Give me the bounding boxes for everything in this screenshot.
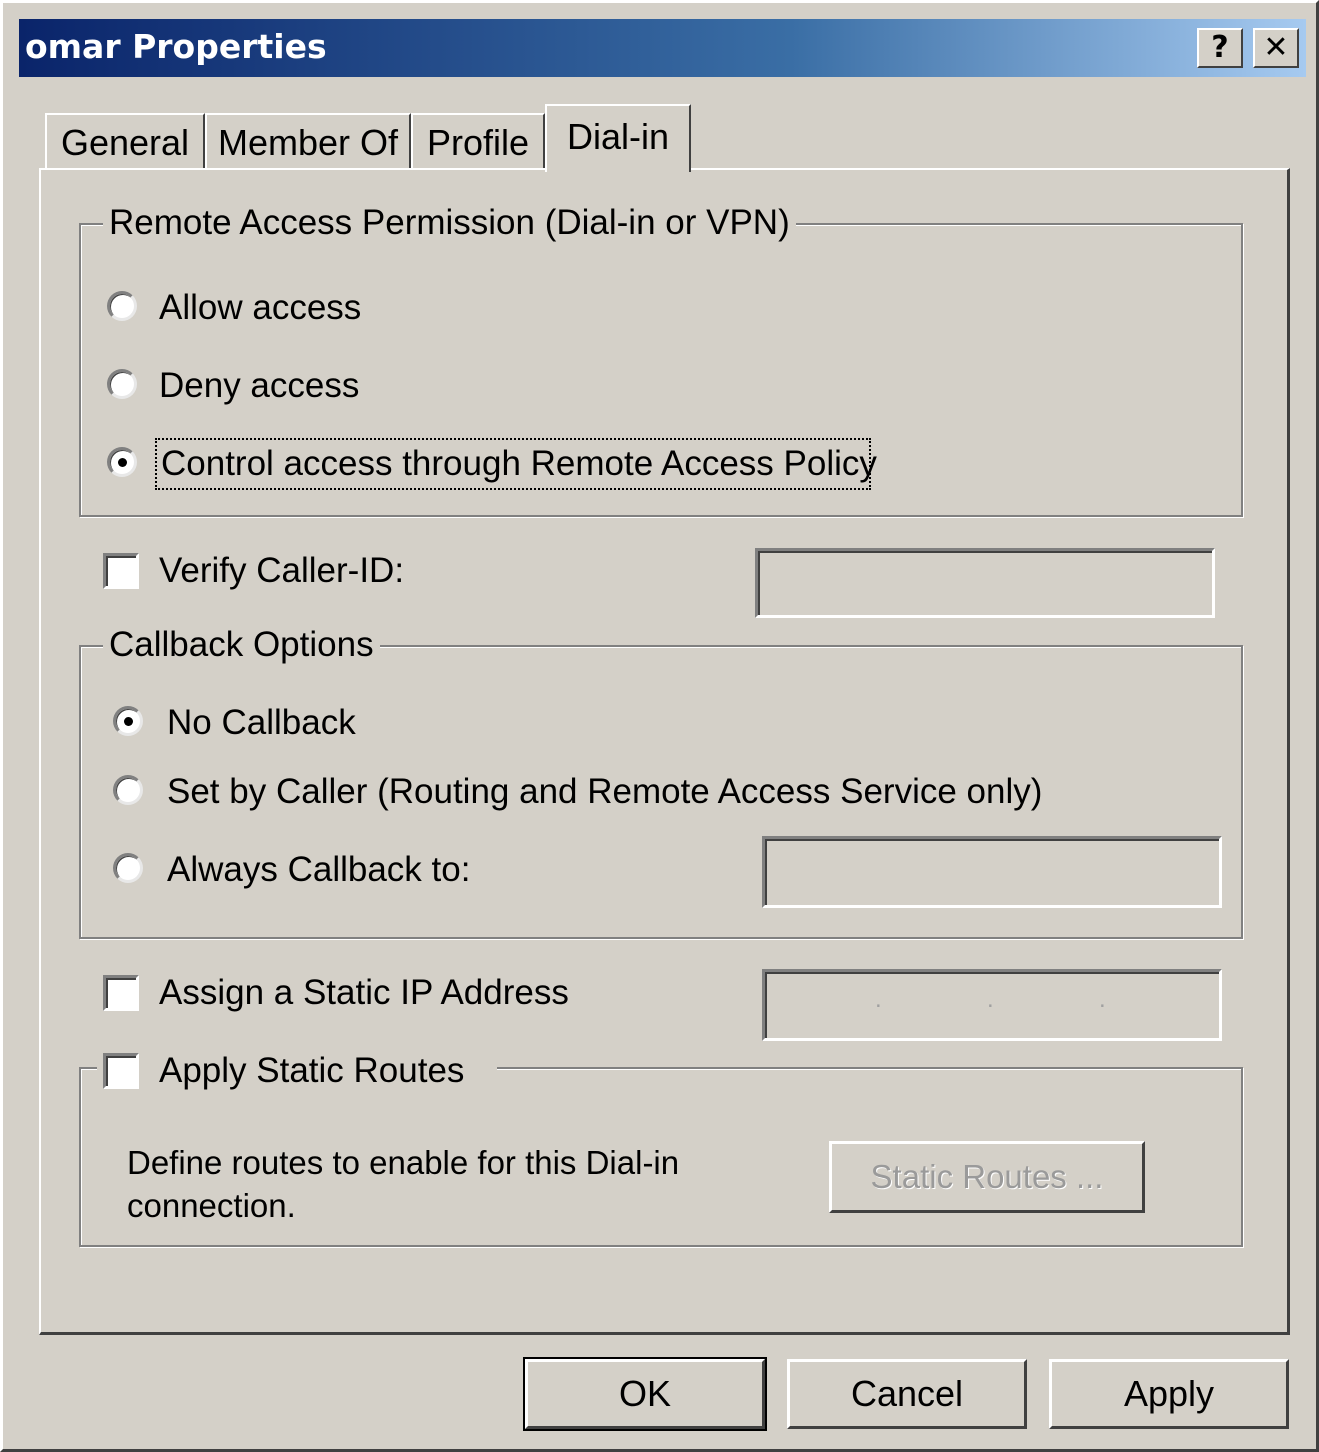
remote-access-legend: Remote Access Permission (Dial-in or VPN…	[103, 201, 796, 245]
help-button[interactable]: ?	[1197, 28, 1243, 68]
control-access-label[interactable]: Control access through Remote Access Pol…	[161, 442, 877, 486]
allow-access-label[interactable]: Allow access	[159, 286, 361, 330]
static-routes-button[interactable]: Static Routes ...	[829, 1141, 1145, 1213]
title-bar[interactable]: omar Properties ? ✕	[19, 19, 1306, 77]
tab-profile[interactable]: Profile	[411, 113, 545, 170]
callback-number-field[interactable]	[762, 836, 1222, 908]
apply-static-routes-checkbox[interactable]	[103, 1053, 139, 1089]
apply-button[interactable]: Apply	[1049, 1359, 1289, 1429]
tab-dial-in[interactable]: Dial-in	[545, 104, 691, 172]
no-callback-label[interactable]: No Callback	[167, 701, 356, 745]
verify-caller-id-checkbox[interactable]	[103, 553, 139, 589]
always-callback-label[interactable]: Always Callback to:	[167, 848, 470, 892]
no-callback-radio[interactable]	[113, 706, 143, 736]
allow-access-radio[interactable]	[107, 291, 137, 321]
window-title: omar Properties	[25, 27, 327, 66]
tab-member-of[interactable]: Member Of	[205, 113, 411, 170]
radio-dot-icon	[124, 717, 133, 726]
static-ip-label[interactable]: Assign a Static IP Address	[159, 971, 569, 1015]
tab-general[interactable]: General	[45, 113, 205, 170]
control-access-radio[interactable]	[107, 447, 137, 477]
callback-legend: Callback Options	[103, 623, 380, 667]
cancel-button[interactable]: Cancel	[787, 1359, 1027, 1429]
radio-dot-icon	[118, 458, 127, 467]
ip-separator: .	[875, 986, 882, 1013]
ip-separator: .	[1099, 986, 1106, 1013]
deny-access-label[interactable]: Deny access	[159, 364, 359, 408]
set-by-caller-label[interactable]: Set by Caller (Routing and Remote Access…	[167, 770, 1042, 814]
always-callback-radio[interactable]	[113, 853, 143, 883]
apply-static-routes-label[interactable]: Apply Static Routes	[159, 1049, 464, 1093]
description-line: Define routes to enable for this Dial-in	[127, 1144, 680, 1181]
properties-dialog: omar Properties ? ✕ General Member Of Pr…	[0, 0, 1319, 1452]
static-ip-field[interactable]: . . .	[762, 969, 1222, 1041]
verify-caller-id-label[interactable]: Verify Caller-ID:	[159, 549, 404, 593]
static-routes-description: Define routes to enable for this Dial-in…	[127, 1141, 679, 1227]
set-by-caller-radio[interactable]	[113, 775, 143, 805]
ip-separator: .	[987, 986, 994, 1013]
caller-id-field[interactable]	[755, 548, 1215, 618]
ok-button[interactable]: OK	[523, 1357, 767, 1431]
deny-access-radio[interactable]	[107, 369, 137, 399]
close-button[interactable]: ✕	[1253, 28, 1299, 68]
static-ip-checkbox[interactable]	[103, 975, 139, 1011]
description-line: connection.	[127, 1187, 296, 1224]
